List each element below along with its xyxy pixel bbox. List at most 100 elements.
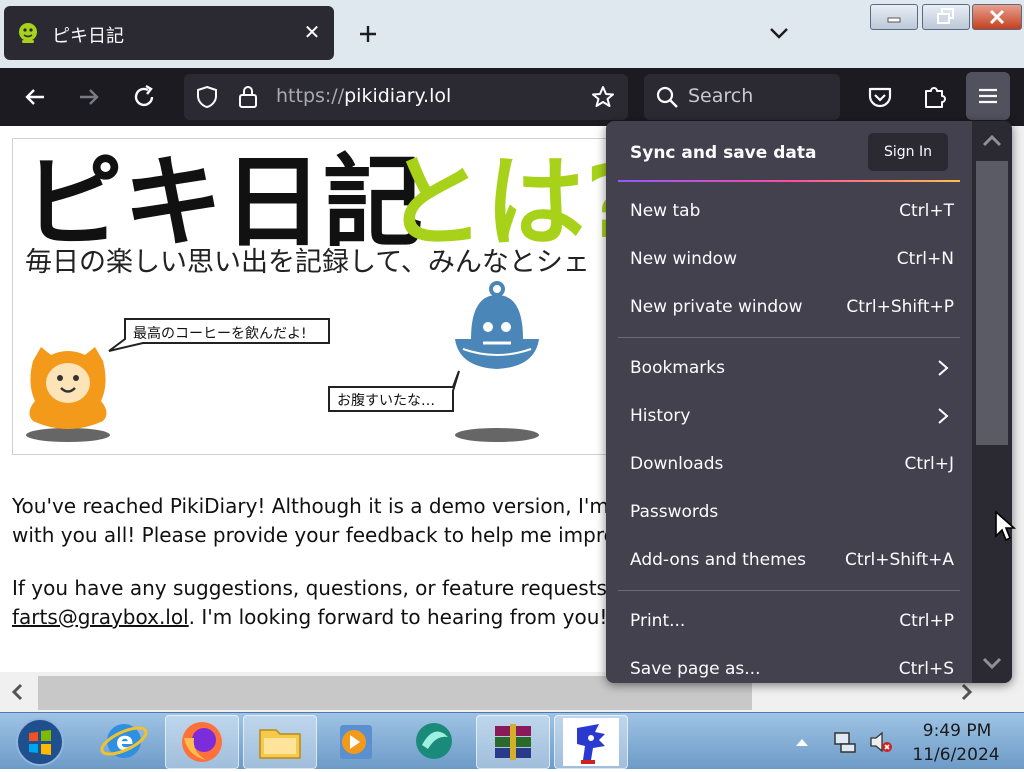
chevron-right-icon <box>938 360 949 376</box>
menu-item-label: New tab <box>630 201 701 221</box>
bubble-right-text: お腹すいたな… <box>337 392 435 409</box>
menu-item-shortcut: Ctrl+J <box>904 454 954 474</box>
media-player-icon[interactable] <box>320 715 392 767</box>
menu-scroll-thumb[interactable] <box>976 161 1008 445</box>
menu-item-shortcut: Ctrl+T <box>899 201 954 221</box>
scroll-right-arrow-icon[interactable] <box>956 682 976 702</box>
menu-item-shortcut: Ctrl+S <box>898 659 954 679</box>
intro-line-1: You've reached PikiDiary! Although it is… <box>12 494 609 518</box>
lock-icon[interactable] <box>236 84 260 110</box>
intro-line-2: with you all! Please provide your feedba… <box>12 523 616 547</box>
windows-taskbar: e 9:49 PM 11/6/2024 <box>0 712 1024 769</box>
application-menu-button[interactable] <box>966 72 1010 120</box>
orange-character-icon <box>26 347 110 442</box>
window-close-button[interactable] <box>972 4 1022 30</box>
ie-logo-icon: e <box>100 724 148 758</box>
window-restore-button[interactable] <box>922 4 970 30</box>
hamburger-menu-icon <box>979 88 997 104</box>
menu-item-label: New private window <box>630 297 803 317</box>
forward-arrow-icon[interactable] <box>74 82 104 112</box>
folder-icon <box>259 729 301 759</box>
window-minimize-button[interactable] <box>870 4 918 30</box>
menu-item-shortcut: Ctrl+Shift+A <box>844 550 954 570</box>
menu-item-label: Passwords <box>630 502 719 522</box>
page-vertical-scrollbar[interactable] <box>1010 126 1024 672</box>
tab-close-icon[interactable]: ✕ <box>300 20 324 44</box>
email-link[interactable]: farts@graybox.lol <box>12 605 189 629</box>
close-x-icon <box>989 9 1005 25</box>
menu-item-label: History <box>630 406 691 426</box>
bookmark-star-icon[interactable] <box>590 84 616 110</box>
sonic-game-icon[interactable] <box>554 715 628 769</box>
menu-vertical-scrollbar[interactable] <box>972 121 1012 683</box>
network-icon[interactable] <box>832 729 858 755</box>
menu-item-print[interactable]: Print... Ctrl+P <box>618 599 962 643</box>
reload-icon[interactable] <box>129 82 159 112</box>
restore-icon <box>937 8 954 24</box>
menu-item-label: Print... <box>630 611 686 631</box>
file-explorer-icon[interactable] <box>243 715 317 769</box>
menu-separator-gradient <box>618 180 960 182</box>
menu-item-passwords[interactable]: Passwords <box>618 490 962 534</box>
pikidiary-banner-image: ピキ日記 とは? 毎日の楽しい思い出を記録して、みんなとシェ 最高のコーヒーを飲… <box>12 138 614 455</box>
sonic-sprite-icon <box>563 718 619 766</box>
pocket-icon[interactable] <box>865 82 895 112</box>
url-text[interactable]: https://pikidiary.lol <box>276 85 451 107</box>
banner-illustration: ピキ日記 とは? 毎日の楽しい思い出を記録して、みんなとシェ 最高のコーヒーを飲… <box>23 144 613 442</box>
firefox-icon[interactable] <box>165 715 239 769</box>
menu-item-addons-themes[interactable]: Add-ons and themes Ctrl+Shift+A <box>618 538 962 582</box>
banner-title-black: ピキ日記 <box>23 144 423 261</box>
navigation-toolbar: https://pikidiary.lol Search <box>0 68 1024 126</box>
contact-paragraph: If you have any suggestions, questions, … <box>12 574 632 632</box>
app-menu-panel: Sync and save data Sign In New tab Ctrl+… <box>606 121 1012 683</box>
sync-header-label: Sync and save data <box>630 143 817 163</box>
app-icon[interactable] <box>398 715 470 767</box>
menu-item-downloads[interactable]: Downloads Ctrl+J <box>618 442 962 486</box>
list-all-tabs-chevron-icon[interactable] <box>764 18 794 48</box>
clock-time[interactable]: 9:49 PM <box>912 721 1002 741</box>
app-logo-icon <box>416 723 452 759</box>
search-bar[interactable]: Search <box>644 74 840 120</box>
scroll-up-chevron-icon[interactable] <box>978 127 1006 155</box>
url-protocol: https:// <box>276 85 345 107</box>
tab-title: ピキ日記 <box>52 26 124 47</box>
menu-item-shortcut: Ctrl+P <box>899 611 954 631</box>
menu-item-shortcut: Ctrl+N <box>896 249 954 269</box>
menu-item-new-window[interactable]: New window Ctrl+N <box>618 237 962 281</box>
windows-start-icon[interactable] <box>14 717 66 767</box>
address-bar[interactable]: https://pikidiary.lol <box>184 74 628 120</box>
menu-item-shortcut: Ctrl+Shift+P <box>846 297 954 317</box>
new-tab-plus-icon[interactable] <box>352 18 384 50</box>
menu-separator <box>618 337 960 338</box>
minimize-icon <box>887 17 901 23</box>
banner-title-green: とは? <box>385 144 613 261</box>
volume-muted-icon[interactable] <box>868 729 894 755</box>
menu-item-history[interactable]: History <box>618 394 962 438</box>
menu-item-label: Downloads <box>630 454 724 474</box>
winrar-icon[interactable] <box>476 715 550 769</box>
favicon-icon <box>19 23 37 43</box>
scroll-left-arrow-icon[interactable] <box>8 682 28 702</box>
scroll-down-chevron-icon[interactable] <box>978 649 1006 677</box>
mouse-cursor-icon <box>995 510 1017 542</box>
show-hidden-icons-arrow-icon[interactable] <box>794 735 810 749</box>
menu-item-new-tab[interactable]: New tab Ctrl+T <box>618 189 962 233</box>
sign-in-button[interactable]: Sign In <box>868 133 948 171</box>
blue-character-icon <box>455 281 539 442</box>
intro-paragraph: You've reached PikiDiary! Although it is… <box>12 492 632 550</box>
tab-pikidiary[interactable]: ピキ日記 ✕ <box>4 6 334 60</box>
winrar-books-icon <box>495 724 531 760</box>
back-arrow-icon[interactable] <box>20 82 50 112</box>
menu-item-label: New window <box>630 249 737 269</box>
menu-item-bookmarks[interactable]: Bookmarks <box>618 346 962 390</box>
menu-separator <box>618 590 960 591</box>
internet-explorer-icon[interactable]: e <box>88 715 160 767</box>
clock-date[interactable]: 11/6/2024 <box>906 745 1006 765</box>
shield-icon[interactable] <box>194 84 220 110</box>
extensions-puzzle-icon[interactable] <box>920 82 950 112</box>
menu-item-save-page-as[interactable]: Save page as... Ctrl+S <box>618 647 962 683</box>
media-play-icon <box>340 725 372 759</box>
menu-item-label: Bookmarks <box>630 358 725 378</box>
menu-item-new-private-window[interactable]: New private window Ctrl+Shift+P <box>618 285 962 329</box>
banner-subtitle: 毎日の楽しい思い出を記録して、みんなとシェ <box>25 247 590 278</box>
